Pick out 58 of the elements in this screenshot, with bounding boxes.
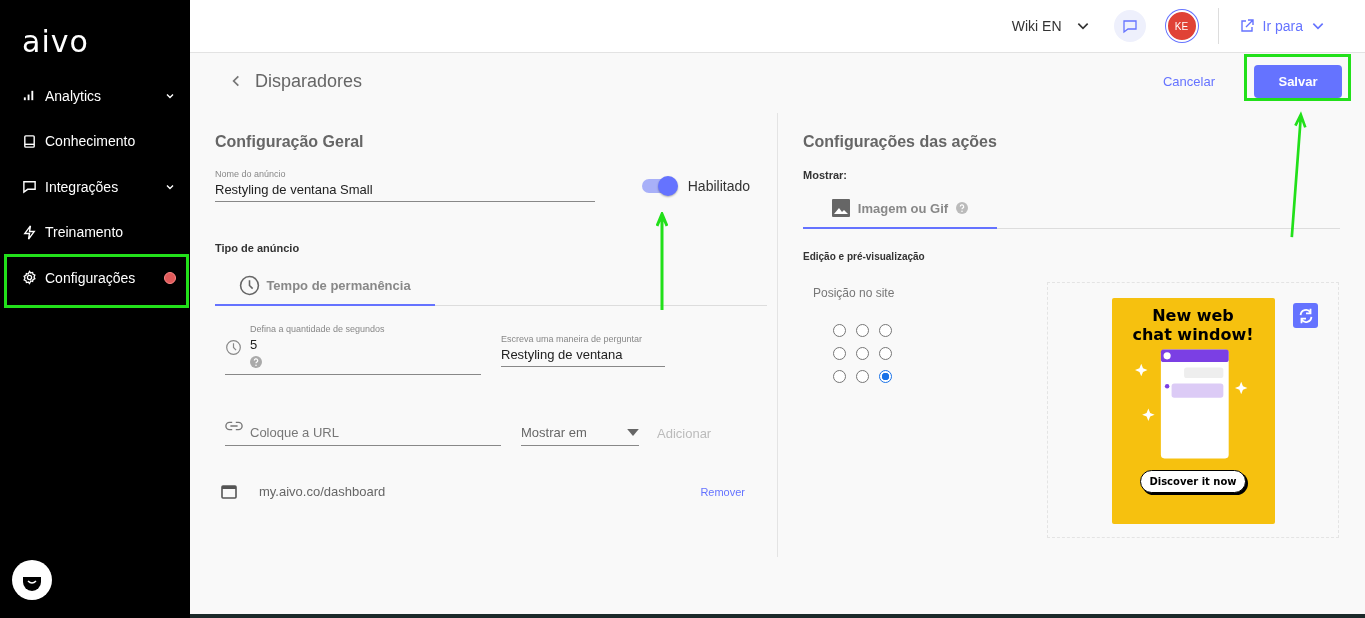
save-button[interactable]: Salvar bbox=[1254, 64, 1342, 98]
sidebar-item-label: Conhecimento bbox=[45, 133, 137, 150]
cancel-button[interactable]: Cancelar bbox=[1156, 72, 1221, 90]
sidebar-item-label: Configurações bbox=[45, 269, 137, 286]
book-icon bbox=[22, 133, 37, 149]
lightning-icon bbox=[22, 224, 37, 240]
toggle-label: Habilitado bbox=[687, 177, 750, 194]
seconds-field[interactable]: Defina a quantidade de segundos 5 bbox=[225, 324, 481, 375]
section-title: Configuração Geral bbox=[215, 133, 365, 151]
sidebar-item[interactable]: Integrações bbox=[0, 164, 190, 210]
chat-bubble-icon bbox=[22, 179, 37, 195]
clock-icon bbox=[239, 274, 261, 296]
sidebar-item-label: Treinamento bbox=[45, 224, 125, 241]
position-label: Posição no site bbox=[813, 286, 896, 300]
banner-heading: New web chat window! bbox=[1132, 306, 1254, 344]
sidebar-item-label: Analytics bbox=[45, 87, 103, 104]
remove-link[interactable]: Remover bbox=[694, 484, 751, 499]
discover-button[interactable]: Discover it now bbox=[1140, 470, 1246, 493]
sidebar-item[interactable]: Conhecimento bbox=[0, 118, 190, 164]
sidebar-item[interactable]: Treinamento bbox=[0, 209, 190, 255]
workspace-dropdown[interactable]: Wiki EN bbox=[1011, 18, 1090, 34]
chat-bot-icon[interactable] bbox=[12, 560, 52, 600]
section-title: Configurações das ações bbox=[803, 133, 998, 151]
image-icon bbox=[831, 199, 850, 217]
enabled-toggle[interactable] bbox=[641, 178, 676, 193]
show-label: Mostrar: bbox=[803, 169, 848, 181]
go-to-dropdown[interactable]: Ir para bbox=[1238, 18, 1325, 34]
position-radio[interactable] bbox=[856, 370, 869, 383]
position-radio[interactable] bbox=[856, 347, 869, 360]
url-text: my.aivo.co/dashboard bbox=[259, 484, 386, 499]
show-in-select[interactable]: Mostrar em bbox=[521, 425, 639, 446]
position-radio[interactable] bbox=[879, 324, 892, 337]
sidebar-item[interactable]: Analytics bbox=[0, 73, 190, 119]
ad-type-label: Tipo de anúncio bbox=[215, 242, 301, 254]
position-radio[interactable] bbox=[856, 324, 869, 337]
dropdown-caret-icon bbox=[627, 429, 639, 436]
refresh-icon[interactable] bbox=[1293, 303, 1318, 328]
help-icon[interactable] bbox=[250, 356, 262, 368]
position-radio[interactable] bbox=[833, 324, 846, 337]
preview-label: Edição e pré-visualização bbox=[803, 251, 926, 262]
browser-window-icon bbox=[221, 484, 237, 499]
logo: aivo bbox=[22, 24, 89, 59]
clock-icon bbox=[225, 339, 242, 356]
chat-bubble-icon[interactable] bbox=[1113, 10, 1146, 42]
user-avatar[interactable]: KE bbox=[1165, 10, 1198, 42]
url-field[interactable]: Coloque a URL bbox=[225, 419, 501, 446]
position-radio[interactable] bbox=[879, 347, 892, 360]
position-radio[interactable] bbox=[833, 347, 846, 360]
question-field[interactable]: Escreva uma maneira de perguntar Restyling de ventana bbox=[501, 334, 665, 367]
position-radio[interactable] bbox=[833, 370, 846, 383]
link-icon bbox=[225, 420, 243, 432]
position-radio[interactable] bbox=[879, 370, 892, 383]
sidebar-item[interactable]: Configurações bbox=[0, 255, 190, 301]
page-title: Disparadores bbox=[255, 70, 363, 92]
ad-name-field[interactable]: Nome do anúncio Restyling de ventana Small bbox=[215, 169, 595, 202]
sidebar-item-label: Integrações bbox=[45, 178, 120, 195]
settings-icon bbox=[22, 270, 37, 286]
external-link-icon bbox=[1238, 18, 1255, 34]
